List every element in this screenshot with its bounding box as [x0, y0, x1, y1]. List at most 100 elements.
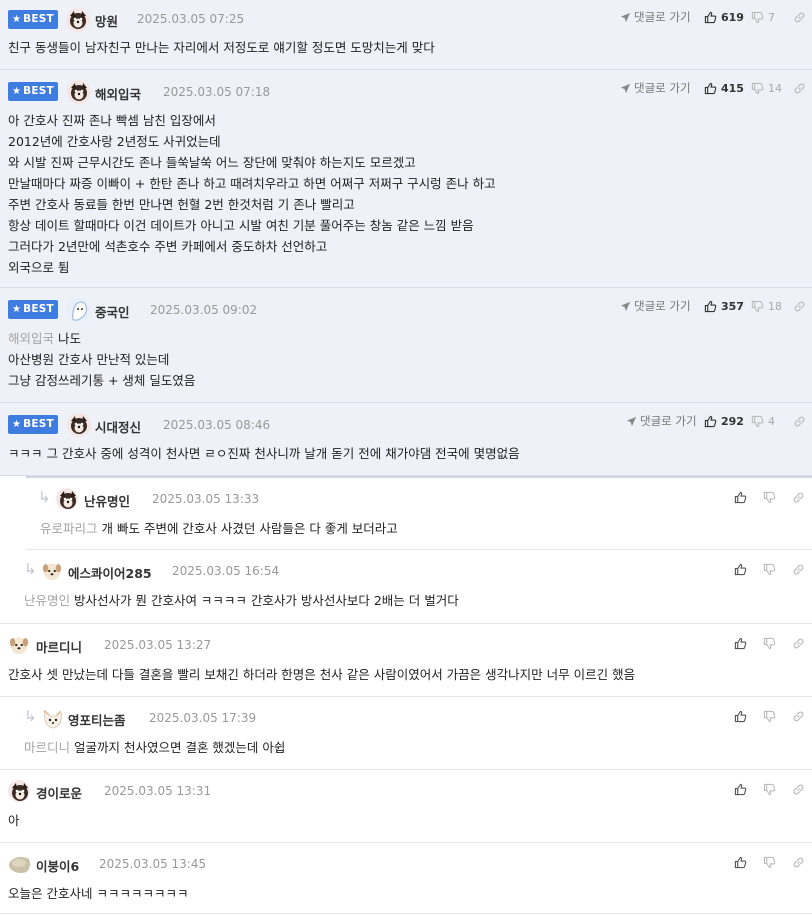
comment-best-4: ★ BEST 시대정신 2025.03.05 08:46 댓글로 가기 292 4 ㅋㅋㅋ 그…	[0, 403, 812, 476]
star-icon: ★	[12, 86, 22, 97]
like-button[interactable]	[734, 852, 747, 872]
share-link-button[interactable]	[792, 633, 805, 653]
dislike-button[interactable]: 14	[751, 78, 782, 98]
thumbs-down-icon	[751, 415, 764, 427]
share-link-button[interactable]	[792, 779, 805, 799]
comment-text-line: 2012년에 간호사랑 2년정도 사귀었는데	[8, 134, 221, 149]
like-button[interactable]	[734, 779, 747, 799]
comment-nickname[interactable]: 시대정신	[95, 417, 141, 436]
share-link-button[interactable]	[793, 78, 806, 98]
comment-body: 아	[8, 810, 804, 831]
dislike-button[interactable]	[763, 706, 776, 726]
like-button[interactable]	[734, 633, 747, 653]
comment-nickname[interactable]: 해외입국	[95, 84, 141, 103]
link-icon	[793, 784, 804, 794]
comment-best-3: ★ BEST 중국인 2025.03.05 09:02 댓글로 가기 357 18 해외입국 나…	[0, 288, 812, 403]
comment-body: 친구 동생들이 남자친구 만나는 자리에서 저정도로 얘기할 정도면 도망치는게…	[8, 37, 804, 58]
like-button[interactable]	[734, 487, 747, 507]
reply-arrow-icon: ↳	[38, 488, 51, 506]
comment-text-line: 아	[8, 813, 20, 828]
send-icon	[620, 83, 631, 93]
avatar-icon[interactable]	[8, 780, 30, 802]
dislike-button[interactable]	[763, 633, 776, 653]
avatar-icon[interactable]	[56, 488, 78, 510]
avatar-dog-icon[interactable]	[67, 413, 91, 437]
dislike-button[interactable]	[763, 852, 776, 872]
dislike-button[interactable]: 4	[751, 411, 775, 431]
comment-header: ↳ 난유명인 2025.03.05 13:33	[26, 478, 812, 512]
avatar-dog-icon[interactable]	[66, 8, 90, 32]
like-button[interactable]	[734, 559, 747, 579]
dislike-button[interactable]	[763, 487, 776, 507]
comment-nickname[interactable]: 이붕이6	[36, 856, 79, 875]
best-badge: ★ BEST	[8, 300, 58, 319]
avatar-icon[interactable]	[8, 853, 30, 875]
comment-nickname[interactable]: 영포티는좀	[68, 710, 126, 729]
avatar-icon[interactable]	[41, 707, 63, 729]
dislike-button[interactable]	[763, 779, 776, 799]
dislike-button[interactable]	[763, 559, 776, 579]
link-icon	[793, 711, 804, 721]
reply-comment: ↳ 난유명인 2025.03.05 13:33 유로파리그 개 빠도 주변에 간호사 사…	[26, 476, 812, 550]
comment-nickname[interactable]: 난유명인	[84, 491, 130, 510]
comment-nickname[interactable]: 중국인	[95, 302, 130, 321]
comment-text-line: 간호사 셋 만났는데 다들 결혼을 빨리 보채긴 하더라 한명은 천사 같은 사…	[8, 667, 636, 682]
like-button[interactable]	[734, 706, 747, 726]
avatar-ghost-icon[interactable]	[67, 298, 91, 322]
comment-actions: 댓글로 가기 415 14	[612, 78, 812, 98]
share-link-button[interactable]	[793, 411, 806, 431]
like-button[interactable]: 292	[704, 411, 744, 431]
avatar-dog-icon[interactable]	[67, 80, 91, 104]
thumbs-up-icon	[734, 563, 747, 575]
comment-header: ↳ 영포티는좀 2025.03.05 17:39	[0, 697, 812, 731]
avatar-icon[interactable]	[41, 560, 63, 582]
mention-nickname[interactable]: 유로파리그	[40, 521, 98, 536]
like-button[interactable]: 619	[704, 7, 744, 27]
thumbs-up-icon	[704, 82, 717, 94]
comment-text-line: 항상 데이트 할때마다 이건 데이트가 아니고 시발 여친 기분 풀어주는 창놈…	[8, 218, 474, 233]
thumbs-down-icon	[763, 783, 776, 795]
comment-nickname[interactable]: 망원	[95, 11, 118, 30]
comment-text-line: 개 빠도 주변에 간호사 사겼던 사람들은 다 좋게 보더라고	[101, 521, 398, 536]
comment-text-line: 아산병원 간호사 만난적 있는데	[8, 352, 170, 367]
comment-text-line: 외국으로 튐	[8, 260, 70, 275]
star-icon: ★	[12, 419, 22, 430]
comment-nickname[interactable]: 경이로운	[36, 783, 82, 802]
share-link-button[interactable]	[793, 7, 806, 27]
thumbs-down-icon	[763, 491, 776, 503]
thumbs-up-icon	[704, 300, 717, 312]
share-link-button[interactable]	[793, 296, 806, 316]
comment-text-line: 주변 간호사 동료들 한번 만나면 헌혈 2번 한것처럼 기 존나 빨리고	[8, 197, 355, 212]
share-link-button[interactable]	[792, 559, 805, 579]
like-button[interactable]: 357	[704, 296, 744, 316]
comment-text-line: 방사선사가 뭔 간호사여 ㅋㅋㅋㅋ 간호사가 방사선사보다 2배는 더 벌거다	[74, 593, 459, 608]
link-icon	[793, 564, 804, 574]
comment-date: 2025.03.05 13:33	[152, 492, 260, 506]
mention-nickname[interactable]: 해외입국	[8, 331, 54, 346]
comment-best-2: ★ BEST 해외입국 2025.03.05 07:18 댓글로 가기 415 14 아 간호…	[0, 70, 812, 288]
goto-comment-button[interactable]: 댓글로 가기	[620, 296, 691, 316]
share-link-button[interactable]	[792, 706, 805, 726]
comment-actions	[722, 487, 812, 507]
goto-comment-button[interactable]: 댓글로 가기	[620, 78, 691, 98]
comment-nickname[interactable]: 에스콰이어285	[68, 563, 152, 582]
goto-comment-button[interactable]: 댓글로 가기	[626, 411, 697, 431]
avatar-icon[interactable]	[8, 634, 30, 656]
share-link-button[interactable]	[792, 487, 805, 507]
mention-nickname[interactable]: 난유명인	[24, 593, 70, 608]
goto-comment-button[interactable]: 댓글로 가기	[620, 7, 691, 27]
comment-header: ★ BEST 중국인 2025.03.05 09:02 댓글로 가기 357 18	[0, 288, 812, 322]
comment-nickname[interactable]: 마르디니	[36, 637, 82, 656]
like-button[interactable]: 415	[704, 78, 744, 98]
comment-actions	[722, 559, 812, 579]
comment-date: 2025.03.05 08:46	[163, 418, 271, 432]
dislike-button[interactable]: 7	[751, 7, 775, 27]
thumbs-up-icon	[704, 415, 717, 427]
comment-actions	[722, 706, 812, 726]
mention-nickname[interactable]: 마르디니	[24, 740, 70, 755]
comment-header: ★ BEST 해외입국 2025.03.05 07:18 댓글로 가기 415 14	[0, 70, 812, 104]
share-link-button[interactable]	[792, 852, 805, 872]
comment-body: 난유명인 방사선사가 뭔 간호사여 ㅋㅋㅋㅋ 간호사가 방사선사보다 2배는 더 …	[24, 590, 804, 611]
best-badge: ★ BEST	[8, 82, 58, 101]
dislike-button[interactable]: 18	[751, 296, 782, 316]
